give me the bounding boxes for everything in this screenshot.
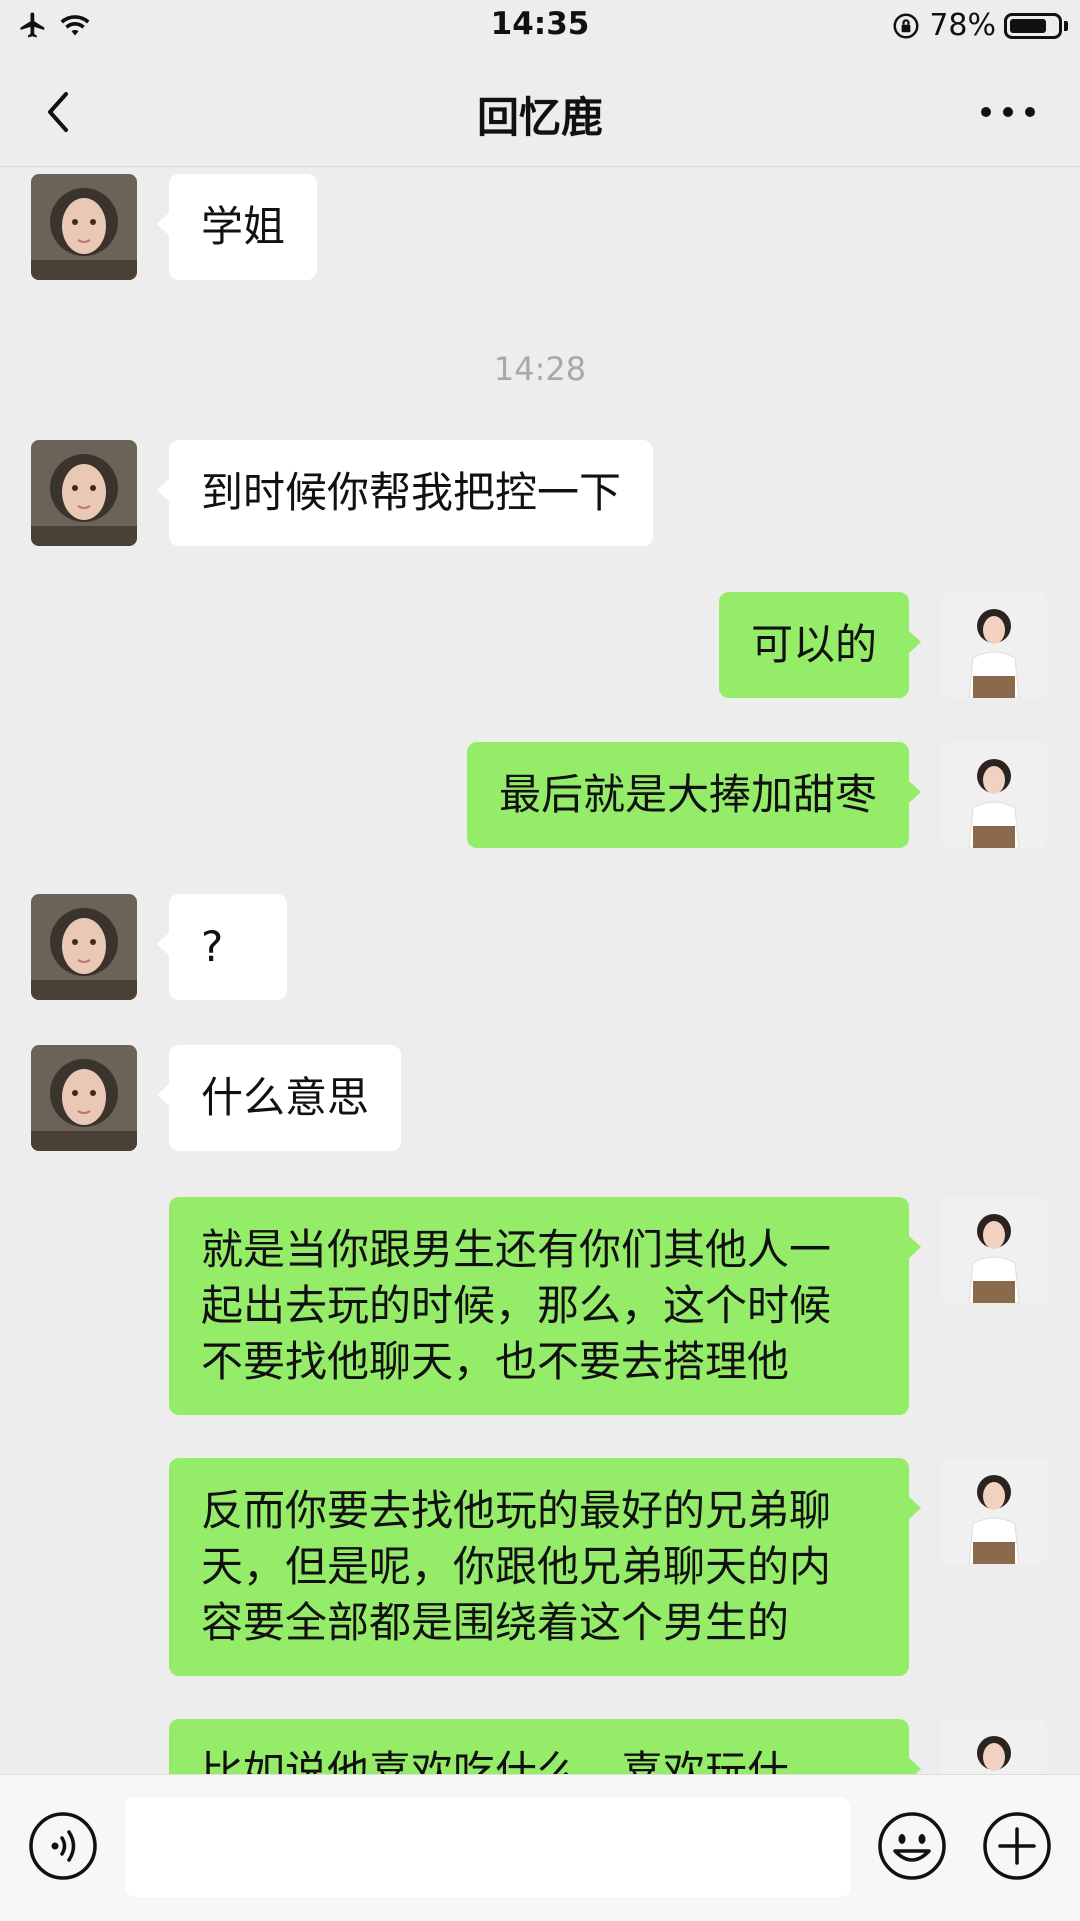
chat-area[interactable]: 学姐 14:28 到时候你帮我把控一下 可以的 最后就是大捧加甜枣 ? 什么意思… <box>0 167 1080 1774</box>
message-text: 可以的 <box>750 620 877 669</box>
message-text: ? <box>201 922 224 971</box>
sent-message-bubble[interactable]: 反而你要去找他玩的最好的兄弟聊 天，但是呢，你跟他兄弟聊天的内 容要全部都是围绕… <box>169 1458 921 1676</box>
nav-bar: 回忆鹿 <box>0 54 1080 167</box>
voice-icon[interactable] <box>28 1811 98 1881</box>
received-message-bubble[interactable]: 到时候你帮我把控一下 <box>156 440 654 546</box>
input-bar <box>0 1774 1080 1921</box>
battery-tip <box>1064 20 1068 31</box>
message-line: 不要找他聊天，也不要去搭理他 <box>201 1337 790 1386</box>
more-dots-icon[interactable] <box>976 92 1040 132</box>
sent-message-bubble[interactable]: 最后就是大捧加甜枣 <box>466 742 922 848</box>
received-message-bubble[interactable]: 什么意思 <box>156 1045 402 1151</box>
my-avatar[interactable] <box>941 742 1047 848</box>
message-line: 反而你要去找他玩的最好的兄弟聊 <box>201 1486 832 1535</box>
battery-fill <box>1010 18 1046 33</box>
my-avatar[interactable] <box>941 592 1047 698</box>
contact-avatar[interactable] <box>31 174 137 280</box>
message-line: 比如说他喜欢吃什么，喜欢玩什 <box>201 1747 790 1774</box>
my-avatar[interactable] <box>941 1458 1047 1564</box>
message-line: 容要全部都是围绕着这个男生的 <box>201 1598 790 1647</box>
message-text: 学姐 <box>201 202 286 251</box>
emoji-icon[interactable] <box>877 1811 947 1881</box>
contact-avatar[interactable] <box>31 1045 137 1151</box>
message-line: 起出去玩的时候，那么，这个时候 <box>201 1281 832 1330</box>
sent-message-bubble[interactable]: 就是当你跟男生还有你们其他人一 起出去玩的时候，那么，这个时候 不要找他聊天，也… <box>169 1197 921 1415</box>
message-text: 到时候你帮我把控一下 <box>201 468 622 517</box>
received-message-bubble[interactable]: ? <box>157 894 287 1000</box>
contact-avatar[interactable] <box>31 894 137 1000</box>
message-line: 就是当你跟男生还有你们其他人一 <box>201 1225 832 1274</box>
orientation-lock-icon <box>893 13 919 38</box>
message-line: 天，但是呢，你跟他兄弟聊天的内 <box>201 1542 832 1591</box>
status-bar: 14:35 78% <box>0 0 1080 54</box>
message-text: 最后就是大捧加甜枣 <box>498 770 877 819</box>
message-input[interactable] <box>125 1797 850 1897</box>
my-avatar[interactable] <box>941 1197 1047 1303</box>
sent-message-bubble[interactable]: 可以的 <box>718 592 922 698</box>
plus-icon[interactable] <box>982 1811 1052 1881</box>
chat-title: 回忆鹿 <box>476 93 603 142</box>
my-avatar[interactable] <box>941 1719 1047 1774</box>
battery-icon <box>1004 12 1062 39</box>
battery-percent: 78% <box>929 8 996 43</box>
received-message-bubble[interactable]: 学姐 <box>156 174 318 280</box>
sent-message-bubble[interactable]: 比如说他喜欢吃什么，喜欢玩什 <box>169 1719 921 1774</box>
message-text: 什么意思 <box>201 1073 370 1122</box>
status-right: 78% <box>891 8 1068 43</box>
message-timestamp: 14:28 <box>493 350 587 388</box>
contact-avatar[interactable] <box>31 440 137 546</box>
